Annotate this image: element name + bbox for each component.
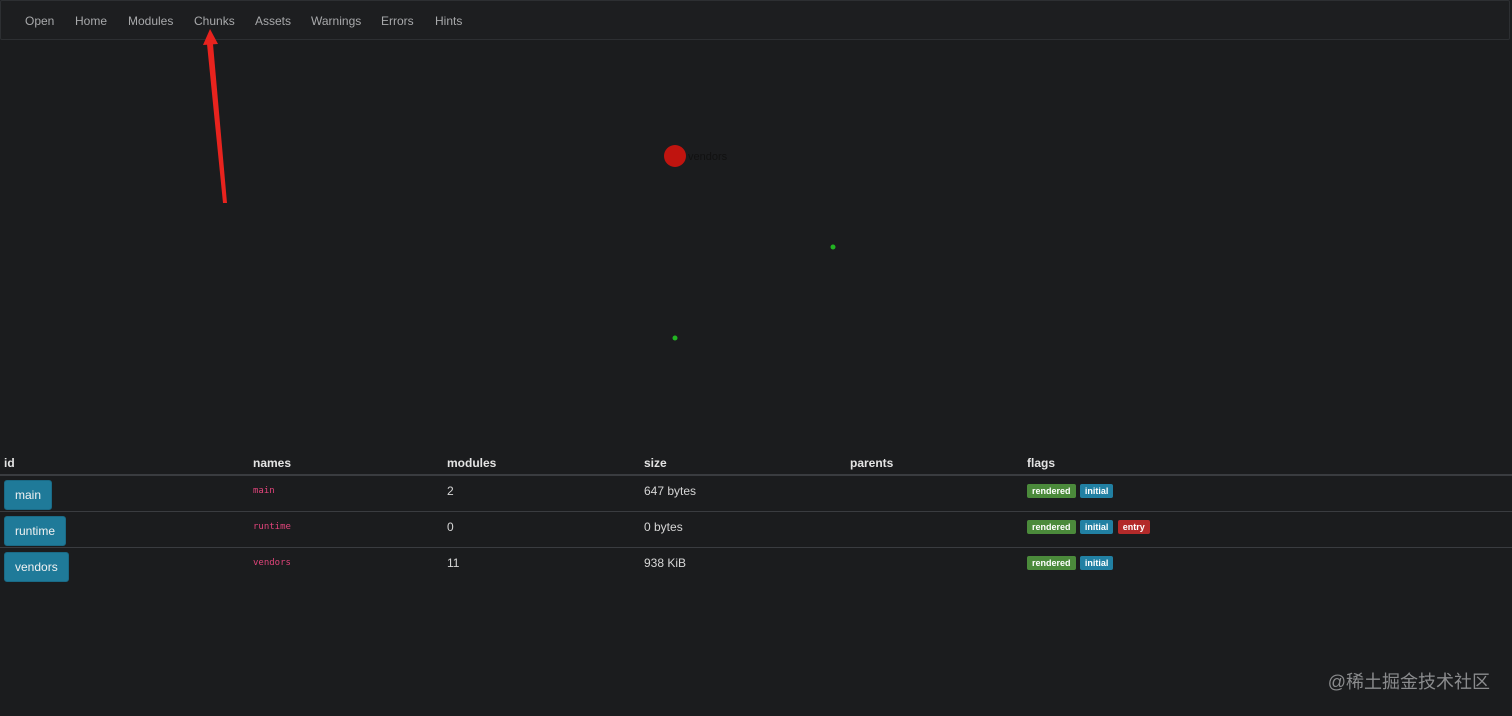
flag-badge-rendered: rendered	[1027, 484, 1076, 498]
flag-badge-rendered: rendered	[1027, 520, 1076, 534]
cell-names: main	[249, 475, 443, 512]
watermark: @稀土掘金技术社区	[1327, 672, 1490, 692]
chunk-size: 647 bytes	[644, 484, 697, 498]
chunks-table: id names modules size parents flags main…	[0, 452, 1512, 583]
flag-badge-initial: initial	[1079, 520, 1114, 534]
cell-id: vendors	[0, 548, 249, 584]
chunk-graph-svg: vendors	[664, 145, 836, 341]
cell-flags: rendered initial entry	[1023, 511, 1512, 548]
table-row: main main 2 647 bytes rendered initial	[0, 475, 1512, 512]
runtime-node[interactable]	[672, 335, 678, 341]
nav-open[interactable]: Open	[25, 14, 54, 28]
header-flags[interactable]: flags	[1023, 452, 1512, 476]
header-id[interactable]: id	[0, 452, 249, 476]
cell-size: 0 bytes	[640, 511, 846, 548]
chunk-size: 938 KiB	[644, 556, 687, 570]
cell-id: runtime	[0, 511, 249, 548]
nav-warnings[interactable]: Warnings	[311, 14, 361, 28]
chunk-modules: 11	[447, 556, 460, 570]
cell-names: vendors	[249, 548, 443, 584]
flag-badge-initial: initial	[1079, 484, 1114, 498]
cell-names: runtime	[249, 511, 443, 548]
cell-size: 647 bytes	[640, 475, 846, 512]
app-window: Open Home Modules Chunks Assets Warnings…	[0, 0, 1512, 716]
main-node[interactable]	[830, 244, 836, 250]
nav-modules[interactable]: Modules	[128, 14, 173, 28]
chunk-name: runtime	[253, 522, 291, 532]
chunk-name: main	[253, 486, 275, 496]
cell-modules: 11	[443, 548, 640, 584]
chunk-id-button-vendors[interactable]: vendors	[4, 552, 69, 582]
cell-modules: 2	[443, 475, 640, 512]
cell-parents	[846, 475, 1023, 512]
cell-modules: 0	[443, 511, 640, 548]
chunk-id-button-runtime[interactable]: runtime	[4, 516, 67, 546]
cell-size: 938 KiB	[640, 548, 846, 584]
chunk-graph: vendors	[0, 41, 1512, 441]
nav-hints[interactable]: Hints	[435, 14, 462, 28]
table-row: vendors vendors 11 938 KiB rendered init…	[0, 548, 1512, 584]
vendors-node-label: vendors	[688, 151, 728, 163]
cell-id: main	[0, 475, 249, 512]
header-modules[interactable]: modules	[443, 452, 640, 476]
flag-badge-initial: initial	[1079, 556, 1114, 570]
header-parents[interactable]: parents	[846, 452, 1023, 476]
nav-chunks[interactable]: Chunks	[194, 14, 235, 28]
chunk-id-button-main[interactable]: main	[4, 480, 53, 510]
flag-badge-rendered: rendered	[1027, 556, 1076, 570]
cell-parents	[846, 511, 1023, 548]
chunk-modules: 2	[447, 484, 454, 498]
flag-badge-entry: entry	[1117, 520, 1150, 534]
nav-errors[interactable]: Errors	[381, 14, 414, 28]
nav-assets[interactable]: Assets	[255, 14, 291, 28]
cell-flags: rendered initial	[1023, 548, 1512, 584]
vendors-node[interactable]	[664, 145, 686, 167]
cell-flags: rendered initial	[1023, 475, 1512, 512]
header-size[interactable]: size	[640, 452, 846, 476]
chunk-name: vendors	[253, 558, 291, 568]
top-navbar: Open Home Modules Chunks Assets Warnings…	[0, 0, 1510, 40]
header-names[interactable]: names	[249, 452, 443, 476]
chunk-size: 0 bytes	[644, 520, 683, 534]
table-row: runtime runtime 0 0 bytes rendered initi…	[0, 511, 1512, 548]
cell-parents	[846, 548, 1023, 584]
nav-home[interactable]: Home	[75, 14, 107, 28]
table-header-row: id names modules size parents flags	[0, 452, 1512, 476]
chunk-modules: 0	[447, 520, 454, 534]
